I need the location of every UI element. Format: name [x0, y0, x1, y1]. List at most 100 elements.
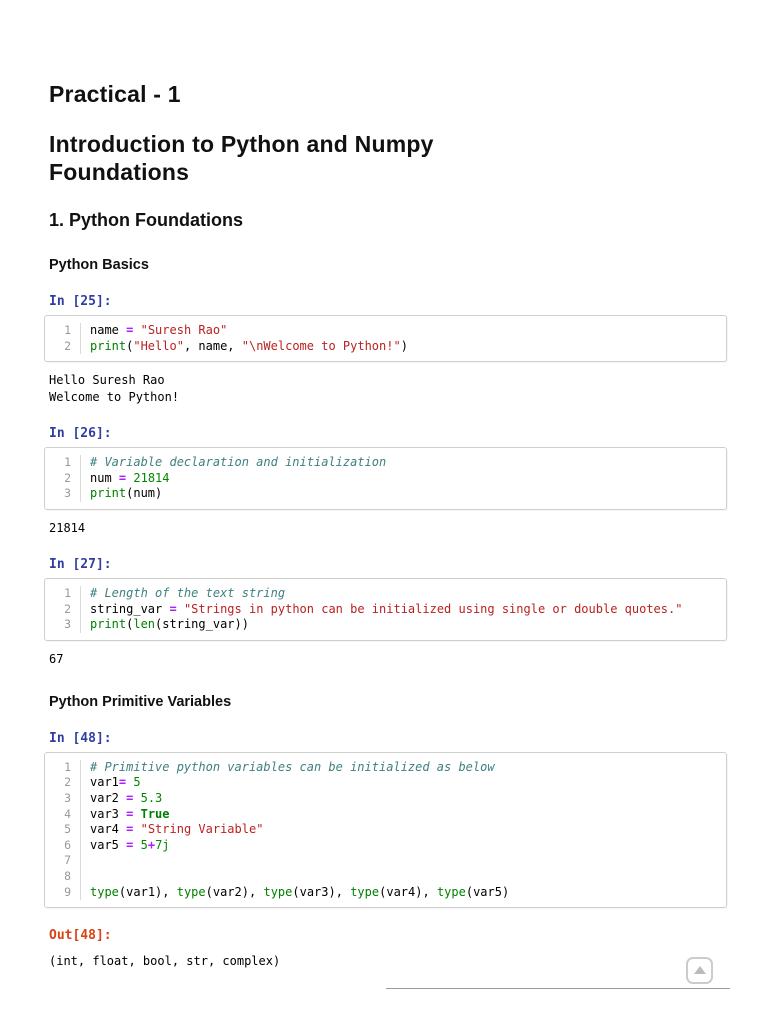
token: num	[133, 486, 156, 501]
token: print	[90, 338, 127, 353]
token: "\nWelcome to Python!"	[241, 338, 401, 353]
token: ),	[415, 884, 437, 899]
notebook-blocks: Python Basics In [25]: 1 name = "Suresh Rao…	[44, 257, 727, 970]
code-text: print(len(string_var))	[81, 617, 249, 633]
token: ))	[234, 617, 249, 632]
line-number: 4	[45, 806, 81, 823]
code-text: # Length of the text string	[81, 586, 285, 602]
token: 7j	[155, 837, 170, 852]
subsection-heading: Python Primitive Variables	[49, 693, 232, 710]
code-line: 2 print("Hello", name, "\nWelcome to Pyth…	[45, 338, 726, 355]
line-number: 8	[45, 868, 81, 885]
token: )	[400, 338, 408, 353]
line-number: 2	[45, 601, 81, 618]
token: name	[198, 338, 228, 353]
line-number: 9	[45, 884, 81, 901]
up-arrow-icon	[693, 966, 706, 974]
token: var4	[90, 822, 127, 837]
doc-title: Practical - 1	[49, 81, 181, 107]
input-prompt: In [26]:	[49, 426, 112, 442]
token: # Primitive python variables can be init…	[90, 759, 495, 774]
code-line: 1 name = "Suresh Rao"	[45, 323, 726, 339]
code-line: 1 # Variable declaration and initializati…	[45, 455, 726, 471]
token: (	[292, 884, 300, 899]
token: var3	[299, 884, 329, 899]
token: ),	[155, 884, 177, 899]
stream-output: Hello Suresh Rao Welcome to Python!	[49, 373, 180, 405]
output-prompt: Out[48]:	[49, 928, 112, 944]
line-number: 1	[45, 759, 81, 776]
token: # Variable declaration and initializatio…	[90, 455, 387, 470]
code-text: string_var = "Strings in python can be i…	[81, 602, 682, 618]
token: ,	[183, 338, 199, 353]
code-line: 7	[45, 853, 726, 869]
code-line: 2 var1= 5	[45, 775, 726, 791]
line-number: 3	[45, 617, 81, 633]
code-text: print("Hello", name, "\nWelcome to Pytho…	[81, 339, 408, 355]
token: )	[155, 486, 163, 501]
code-cell: 1 name = "Suresh Rao" 2 print("Hello", name…	[44, 315, 727, 363]
token: # Length of the text string	[90, 585, 286, 600]
token: ),	[328, 884, 351, 899]
code-text: # Primitive python variables can be init…	[81, 760, 495, 776]
token: string_var	[90, 601, 170, 616]
token: var1	[126, 884, 156, 899]
scroll-top-button[interactable]	[686, 957, 713, 984]
code-line: 2 string_var = "Strings in python can be …	[45, 601, 726, 618]
code-line: 6 var5 = 5+7j	[45, 837, 726, 854]
token: var1	[90, 775, 119, 790]
stream-output: 21814	[49, 520, 86, 535]
line-number: 6	[45, 837, 81, 854]
input-prompt: In [27]:	[49, 556, 112, 572]
stream-output: 67	[49, 651, 64, 666]
token: var5	[90, 837, 127, 852]
code-text: var5 = 5+7j	[81, 838, 170, 854]
input-prompt: In [48]:	[49, 730, 112, 746]
token: "String Variable"	[140, 822, 264, 837]
code-text: type(var1), type(var2), type(var3), type…	[81, 885, 509, 901]
code-text: num = 21814	[81, 471, 170, 487]
code-line: 4 var3 = True	[45, 806, 726, 823]
token: num	[90, 470, 119, 485]
token: "Strings in python can be initialized us…	[183, 601, 683, 616]
token: print	[90, 486, 127, 501]
token: print	[90, 617, 127, 632]
token: 21814	[133, 470, 170, 485]
code-cell: 1 # Length of the text string 2 string_var …	[44, 577, 727, 641]
token: type	[350, 884, 380, 899]
line-number: 3	[45, 486, 81, 502]
token: 5.3	[140, 790, 163, 805]
token: "Suresh Rao"	[140, 323, 228, 337]
code-cell: 1 # Variable declaration and initializati…	[44, 447, 727, 510]
document-page: Practical - 1 Introduction to Python and…	[0, 0, 768, 970]
token: var2	[90, 790, 127, 805]
line-number: 2	[45, 470, 81, 487]
line-number: 1	[45, 323, 81, 339]
token: 5	[140, 837, 148, 852]
token: +	[147, 837, 156, 852]
code-line: 3 print(len(string_var))	[45, 617, 726, 633]
line-number: 7	[45, 853, 81, 869]
token: var3	[90, 806, 127, 821]
line-number: 2	[45, 775, 81, 791]
code-line: 3 print(num)	[45, 486, 726, 502]
code-line: 8	[45, 868, 726, 885]
token: ),	[241, 884, 264, 899]
token: )	[501, 884, 510, 899]
token: type	[436, 884, 466, 899]
line-number: 5	[45, 822, 81, 838]
code-line: 2 num = 21814	[45, 470, 726, 487]
code-text: var4 = "String Variable"	[81, 822, 263, 838]
line-number: 2	[45, 338, 81, 355]
token: (	[205, 884, 213, 899]
token: len	[133, 617, 156, 632]
token: (	[465, 884, 474, 899]
token: =	[169, 601, 177, 616]
token: name	[90, 323, 127, 337]
